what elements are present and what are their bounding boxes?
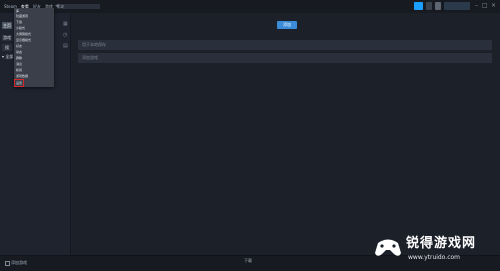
view-dropdown-menu: 库 隐藏游戏 下载 小模式 大屏幕模式 显示器模式 好友 动态 群聊 消息 新闻… xyxy=(13,8,54,87)
sidebar-search-button[interactable]: 搜 xyxy=(2,44,12,51)
menu-item-settings[interactable]: 设置 xyxy=(13,79,25,87)
watermark-url: www.ytruido.com xyxy=(408,254,461,261)
menu-item-news[interactable]: 新闻 xyxy=(16,68,22,72)
add-button[interactable]: 添加 xyxy=(277,21,297,29)
downloads-status[interactable]: 下载 xyxy=(244,258,252,264)
sidebar-games-filter[interactable]: 游戏 xyxy=(2,35,12,41)
user-menu[interactable] xyxy=(444,2,470,10)
menu-item-friends[interactable]: 好友 xyxy=(16,44,22,48)
menu-item-messages[interactable]: 消息 xyxy=(16,62,22,66)
grid-icon[interactable]: ▦ xyxy=(63,22,68,27)
local-save-field[interactable]: 用于本地保存 xyxy=(78,40,492,50)
menu-item-group-chat[interactable]: 群聊 xyxy=(16,56,22,60)
back-arrow-icon[interactable]: ◀ xyxy=(55,4,60,9)
add-game-field[interactable]: 添加游戏 xyxy=(78,53,492,63)
menu-item-downloads[interactable]: 下载 xyxy=(16,20,22,24)
menu-item-big-picture[interactable]: 大屏幕模式 xyxy=(16,32,31,36)
avatar[interactable] xyxy=(435,2,441,10)
gamepad-logo-icon xyxy=(375,239,401,256)
minimize-icon[interactable]: – xyxy=(475,1,478,11)
broadcast-icon[interactable] xyxy=(414,2,423,10)
menu-item-library[interactable]: 库 xyxy=(16,9,19,13)
close-icon[interactable]: × xyxy=(491,1,496,11)
menu-item-activity[interactable]: 动态 xyxy=(16,50,22,54)
maximize-icon[interactable]: □ xyxy=(482,1,488,11)
sidebar-home-button[interactable]: 主页 xyxy=(2,22,12,29)
sidebar-all-collection[interactable]: ▾ 全部 xyxy=(2,54,13,60)
menu-item-small-mode[interactable]: 小模式 xyxy=(16,26,25,30)
menu-item-stats[interactable]: 游戏数据 xyxy=(16,74,28,78)
nav-tabs[interactable] xyxy=(64,4,100,9)
add-game-button[interactable]: 添加游戏 xyxy=(11,260,27,266)
plus-icon[interactable] xyxy=(5,261,10,266)
menu-item-display-mode[interactable]: 显示器模式 xyxy=(16,38,31,42)
watermark-name: 锐得游戏网 xyxy=(406,236,477,251)
menu-item-hidden-games[interactable]: 隐藏游戏 xyxy=(16,14,28,18)
filter-icon[interactable]: ▤ xyxy=(63,44,68,49)
notification-bell-icon[interactable] xyxy=(426,2,432,10)
clock-icon[interactable]: ◷ xyxy=(63,33,68,38)
